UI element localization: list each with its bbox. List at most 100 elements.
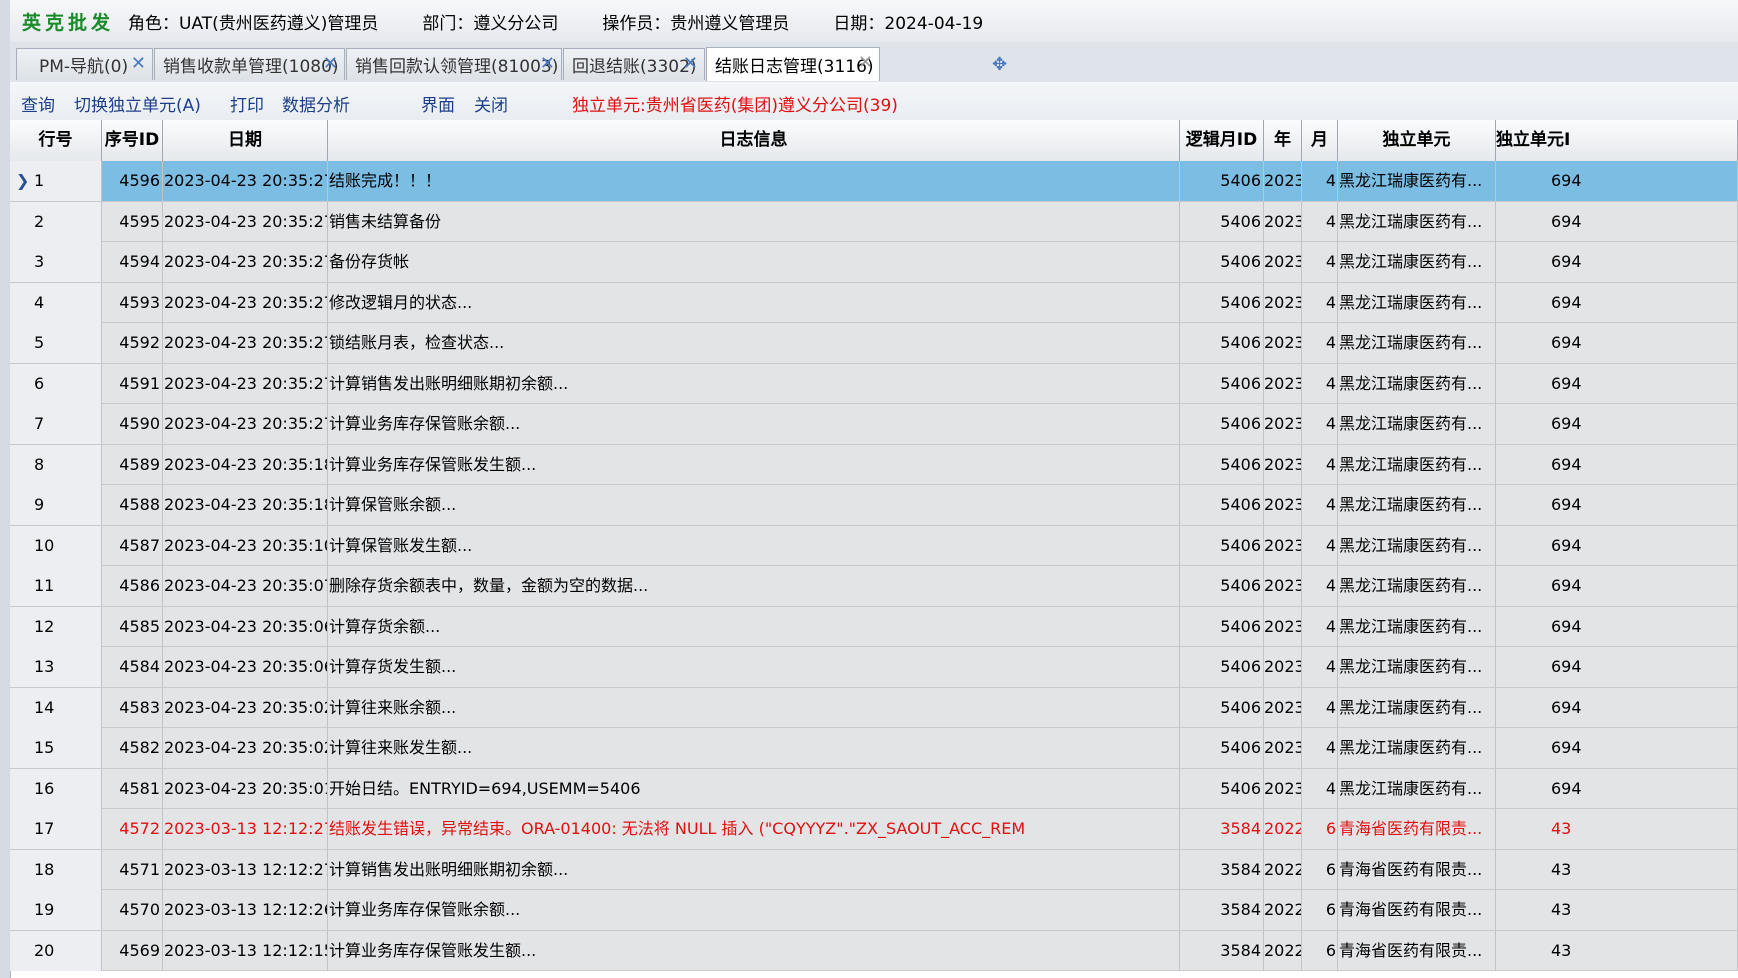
cell-unit[interactable]: 青海省医药有限责... <box>1338 809 1496 849</box>
tab-rollback-closing[interactable]: 回退结账(3302) ✕ <box>563 48 705 80</box>
cell-date[interactable]: 2023-04-23 20:35:18 <box>163 444 328 485</box>
cell-seq-id[interactable]: 4595 <box>102 201 163 242</box>
cell-unit-id[interactable]: 694 <box>1496 606 1738 647</box>
cell-unit[interactable]: 黑龙江瑞康医药有... <box>1338 525 1496 566</box>
cell-seq-id[interactable]: 4582 <box>102 728 163 768</box>
tab-pm-navigation[interactable]: PM-导航(0) ✕ <box>16 48 153 80</box>
close-tab-icon[interactable]: ✕ <box>323 53 338 74</box>
cell-log-message[interactable]: 计算业务库存保管账余额... <box>328 404 1180 444</box>
cell-row-no[interactable]: 10 <box>10 525 102 566</box>
close-tab-icon[interactable]: ✕ <box>540 53 555 74</box>
cell-unit[interactable]: 黑龙江瑞康医药有... <box>1338 768 1496 809</box>
cell-unit-id[interactable]: 694 <box>1496 444 1738 485</box>
cell-date[interactable]: 2023-04-23 20:35:10 <box>163 525 328 566</box>
cell-date[interactable]: 2023-04-23 20:35:01 <box>163 768 328 809</box>
cell-month[interactable]: 4 <box>1302 404 1338 444</box>
cell-seq-id[interactable]: 4588 <box>102 485 163 525</box>
cell-logic-month-id[interactable]: 5406 <box>1180 282 1264 323</box>
cell-seq-id[interactable]: 4585 <box>102 606 163 647</box>
cell-seq-id[interactable]: 4594 <box>102 242 163 282</box>
table-row[interactable]: 20 4569 2023-03-13 12:12:15 计算业务库存保管账发生额...… <box>10 930 1738 971</box>
cell-date[interactable]: 2023-04-23 20:35:27 <box>163 363 328 404</box>
cell-month[interactable]: 4 <box>1302 363 1338 404</box>
cell-log-message[interactable]: 销售未结算备份 <box>328 201 1180 242</box>
cell-logic-month-id[interactable]: 5406 <box>1180 728 1264 768</box>
cell-log-message[interactable]: 删除存货余额表中，数量，金额为空的数据... <box>328 566 1180 606</box>
cell-unit[interactable]: 黑龙江瑞康医药有... <box>1338 728 1496 768</box>
cell-logic-month-id[interactable]: 5406 <box>1180 566 1264 606</box>
cell-unit-id[interactable]: 694 <box>1496 404 1738 444</box>
cell-date[interactable]: 2023-04-23 20:35:02 <box>163 687 328 728</box>
cell-seq-id[interactable]: 4589 <box>102 444 163 485</box>
cell-date[interactable]: 2023-03-13 12:12:15 <box>163 930 328 971</box>
cell-log-message[interactable]: 备份存货帐 <box>328 242 1180 282</box>
cell-month[interactable]: 4 <box>1302 485 1338 525</box>
cell-month[interactable]: 4 <box>1302 687 1338 728</box>
cell-log-message[interactable]: 开始日结。ENTRYID=694,USEMM=5406 <box>328 768 1180 809</box>
cell-date[interactable]: 2023-04-23 20:35:27 <box>163 282 328 323</box>
table-row[interactable]: 15 4582 2023-04-23 20:35:02 计算往来账发生额... 5406… <box>10 728 1738 769</box>
cell-year[interactable]: 2023 <box>1264 566 1302 606</box>
cell-date[interactable]: 2023-04-23 20:35:27 <box>163 242 328 282</box>
cell-date[interactable]: 2023-04-23 20:35:07 <box>163 566 328 606</box>
cell-row-no[interactable]: 7 <box>10 404 102 444</box>
cell-month[interactable]: 4 <box>1302 201 1338 242</box>
cell-row-no[interactable]: 2 <box>10 201 102 242</box>
cell-date[interactable]: 2023-04-23 20:35:06 <box>163 606 328 647</box>
cell-row-no[interactable]: 19 <box>10 890 102 930</box>
switch-unit-button[interactable]: 切换独立单元(A) <box>74 91 201 116</box>
cell-unit[interactable]: 黑龙江瑞康医药有... <box>1338 485 1496 525</box>
cell-unit-id[interactable]: 694 <box>1496 687 1738 728</box>
cell-year[interactable]: 2023 <box>1264 323 1302 363</box>
cell-unit-id[interactable]: 694 <box>1496 363 1738 404</box>
cell-logic-month-id[interactable]: 3584 <box>1180 890 1264 930</box>
cell-log-message[interactable]: 计算存货余额... <box>328 606 1180 647</box>
column-header-unit-id[interactable]: 独立单元I <box>1496 120 1738 161</box>
cell-row-no[interactable]: 15 <box>10 728 102 768</box>
cell-year[interactable]: 2023 <box>1264 161 1302 201</box>
cell-year[interactable]: 2023 <box>1264 728 1302 768</box>
cell-year[interactable]: 2023 <box>1264 201 1302 242</box>
cell-unit-id[interactable]: 694 <box>1496 768 1738 809</box>
cell-year[interactable]: 2023 <box>1264 525 1302 566</box>
cell-unit[interactable]: 青海省医药有限责... <box>1338 890 1496 930</box>
cell-unit[interactable]: 黑龙江瑞康医药有... <box>1338 242 1496 282</box>
cell-unit-id[interactable]: 43 <box>1496 890 1738 930</box>
cell-seq-id[interactable]: 4590 <box>102 404 163 444</box>
column-header-month[interactable]: 月 <box>1302 120 1338 161</box>
print-button[interactable]: 打印 <box>230 91 264 116</box>
cell-date[interactable]: 2023-03-13 12:12:27 <box>163 849 328 890</box>
cell-row-no[interactable]: 12 <box>10 606 102 647</box>
cell-date[interactable]: 2023-03-13 12:12:26 <box>163 890 328 930</box>
cell-unit-id[interactable]: 694 <box>1496 566 1738 606</box>
cell-unit[interactable]: 黑龙江瑞康医药有... <box>1338 687 1496 728</box>
cell-unit[interactable]: 黑龙江瑞康医药有... <box>1338 161 1496 201</box>
cell-row-no[interactable]: 14 <box>10 687 102 728</box>
cell-date[interactable]: 2023-04-23 20:35:18 <box>163 485 328 525</box>
cell-unit-id[interactable]: 694 <box>1496 485 1738 525</box>
cell-month[interactable]: 4 <box>1302 566 1338 606</box>
table-row[interactable]: 5 4592 2023-04-23 20:35:27 锁结账月表，检查状态... 540… <box>10 323 1738 364</box>
cell-date[interactable]: 2023-04-23 20:35:27 <box>163 201 328 242</box>
cell-log-message[interactable]: 计算业务库存保管账发生额... <box>328 444 1180 485</box>
table-row[interactable]: 12 4585 2023-04-23 20:35:06 计算存货余额... 5406 20… <box>10 606 1738 647</box>
cell-unit-id[interactable]: 694 <box>1496 161 1738 201</box>
cell-year[interactable]: 2023 <box>1264 404 1302 444</box>
cell-seq-id[interactable]: 4584 <box>102 647 163 687</box>
table-row[interactable]: 18 4571 2023-03-13 12:12:27 计算销售发出账明细账期初余额.… <box>10 849 1738 890</box>
cell-row-no[interactable]: 5 <box>10 323 102 363</box>
cell-logic-month-id[interactable]: 5406 <box>1180 606 1264 647</box>
close-tab-icon[interactable]: ✕ <box>131 53 146 74</box>
cell-unit-id[interactable]: 694 <box>1496 728 1738 768</box>
column-header-logic-month-id[interactable]: 逻辑月ID <box>1180 120 1264 161</box>
add-tab-icon[interactable]: ✥ <box>992 54 1007 75</box>
cell-logic-month-id[interactable]: 5406 <box>1180 485 1264 525</box>
cell-month[interactable]: 4 <box>1302 768 1338 809</box>
cell-year[interactable]: 2022 <box>1264 809 1302 849</box>
query-button[interactable]: 查询 <box>21 91 55 116</box>
cell-unit[interactable]: 黑龙江瑞康医药有... <box>1338 404 1496 444</box>
cell-unit[interactable]: 黑龙江瑞康医药有... <box>1338 444 1496 485</box>
cell-year[interactable]: 2023 <box>1264 444 1302 485</box>
cell-log-message[interactable]: 结账完成！！！ <box>328 161 1180 201</box>
cell-month[interactable]: 4 <box>1302 647 1338 687</box>
